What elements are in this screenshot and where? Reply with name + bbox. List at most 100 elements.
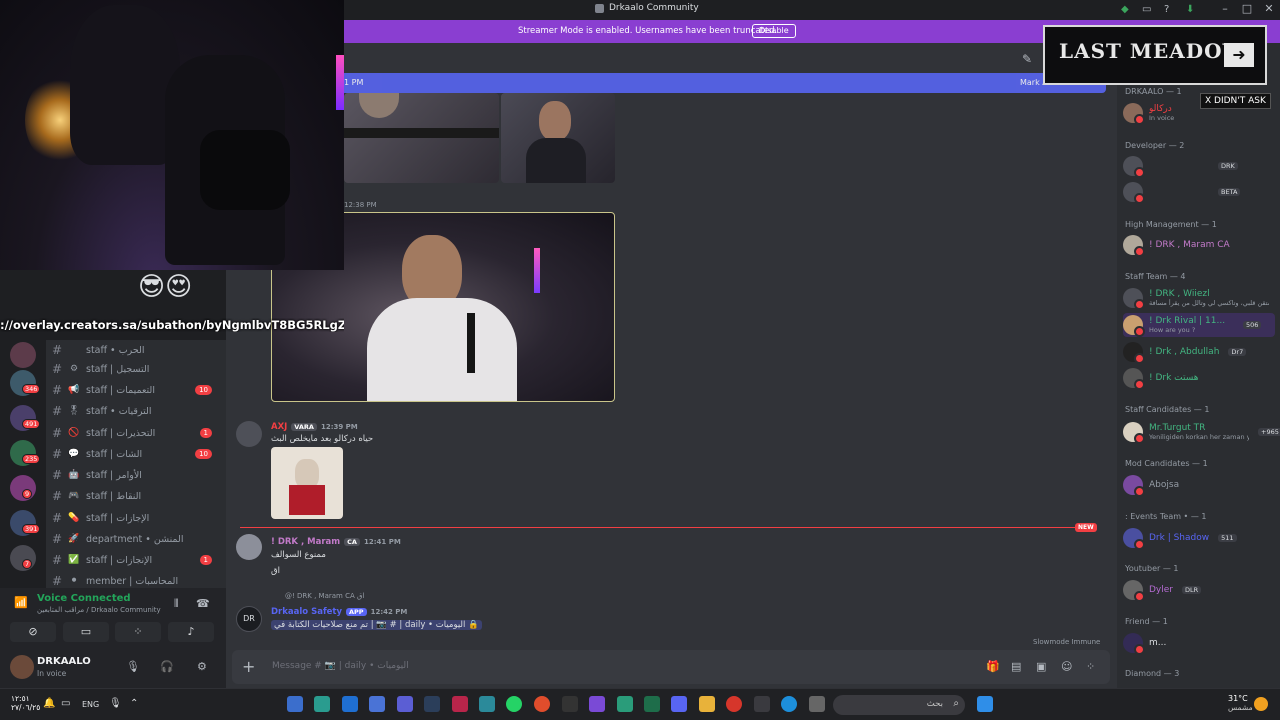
minimize-icon[interactable]: – bbox=[1216, 2, 1234, 15]
server-icon[interactable]: 346 bbox=[10, 370, 41, 396]
x-didnt-ask-button[interactable]: X DIDN'T ASK bbox=[1200, 93, 1271, 109]
taskbar-app-icon[interactable] bbox=[506, 696, 522, 712]
start-button[interactable] bbox=[977, 696, 993, 712]
member-item[interactable]: ! DRK , Wiiezl ومتقن قلبي، وتاكسي لي وتال… bbox=[1123, 286, 1275, 310]
taskbar-app-icon[interactable] bbox=[452, 696, 468, 712]
attachment-image[interactable] bbox=[271, 447, 343, 519]
taskbar-app-icon[interactable] bbox=[726, 696, 742, 712]
taskbar-app-icon[interactable] bbox=[644, 696, 660, 712]
member-item[interactable]: m... bbox=[1123, 631, 1275, 655]
discord-taskbar-icon[interactable] bbox=[671, 696, 687, 712]
message-input[interactable]: Message # 📷 | daily • اليوميات bbox=[272, 661, 409, 671]
edge-icon[interactable] bbox=[781, 696, 797, 712]
attachment-image[interactable] bbox=[501, 93, 615, 183]
settings-gear-icon[interactable]: ⚙ bbox=[197, 660, 207, 673]
avatar[interactable] bbox=[236, 534, 262, 560]
taskbar-app-icon[interactable] bbox=[809, 696, 825, 712]
disconnect-icon[interactable]: ☎ bbox=[196, 597, 210, 610]
attachment-image[interactable] bbox=[344, 93, 499, 183]
clock[interactable]: ١٢:٥١ ٢٧/٠٦/٢٥ bbox=[11, 694, 40, 712]
microphone-icon[interactable]: 🎙 bbox=[126, 660, 140, 673]
taskbar-app-icon[interactable] bbox=[314, 696, 330, 712]
message-author[interactable]: ! DRK , Maram CA 12:41 PM bbox=[271, 537, 401, 547]
taskbar-search[interactable]: بحث ⌕ bbox=[833, 695, 965, 715]
chevron-up-icon[interactable]: ⌃ bbox=[130, 698, 138, 709]
server-icon[interactable]: 235 bbox=[10, 440, 41, 466]
new-messages-bar[interactable]: 1 PM Mark As Read bbox=[344, 73, 1106, 93]
member-item[interactable]: Dyler DLR bbox=[1123, 578, 1275, 602]
member-item[interactable]: Mr.Turgut TR Yeniligiden korkan her zaman… bbox=[1123, 420, 1280, 444]
sticker-icon[interactable]: ▣ bbox=[1036, 660, 1046, 673]
last-meadow-overlay[interactable]: LAST MEADOW ➜ bbox=[1043, 25, 1267, 85]
message-author[interactable]: AXJ VARA 12:39 PM bbox=[271, 422, 358, 432]
taskbar-app-icon[interactable] bbox=[562, 696, 578, 712]
arrow-right-icon[interactable]: ➜ bbox=[1224, 43, 1254, 67]
nitro-icon[interactable]: ◆ bbox=[1121, 4, 1129, 15]
username[interactable]: DRKAALO bbox=[37, 656, 91, 667]
taskbar-app-icon[interactable] bbox=[754, 696, 770, 712]
bot-avatar[interactable]: DR bbox=[236, 606, 262, 632]
soundboard-button[interactable]: ♪ bbox=[168, 622, 214, 642]
avatar[interactable] bbox=[236, 421, 262, 447]
voice-status[interactable]: Voice Connected bbox=[37, 593, 131, 604]
taskbar-app-icon[interactable] bbox=[617, 696, 633, 712]
server-icon[interactable]: 391 bbox=[10, 510, 41, 536]
taskbar-app-icon[interactable] bbox=[397, 696, 413, 712]
server-icon[interactable]: 491 bbox=[10, 405, 41, 431]
member-item[interactable]: BETA bbox=[1123, 180, 1275, 204]
server-icon[interactable]: 7 bbox=[10, 545, 36, 571]
channel-item[interactable]: # 🎮 staff | النقاط bbox=[52, 486, 220, 506]
camera-off-button[interactable]: ⊘ bbox=[10, 622, 56, 642]
screen-share-button[interactable]: ▭ bbox=[63, 622, 109, 642]
search-input[interactable]: بحث bbox=[927, 699, 943, 709]
member-item[interactable]: ! DRK , Maram CA bbox=[1123, 233, 1275, 257]
battery-icon[interactable]: ▭ bbox=[61, 698, 70, 709]
close-icon[interactable]: ✕ bbox=[1260, 2, 1278, 15]
taskbar-app-icon[interactable] bbox=[534, 696, 550, 712]
server-icon[interactable]: 9 bbox=[10, 475, 36, 501]
taskbar-app-icon[interactable] bbox=[369, 696, 385, 712]
pin-icon[interactable]: ✎ bbox=[1022, 52, 1032, 66]
member-item[interactable]: Drk | Shadow 511 bbox=[1123, 526, 1275, 550]
weather-widget[interactable]: 31°C مشمس bbox=[1228, 694, 1253, 712]
member-item[interactable]: ! Drk هستت bbox=[1123, 366, 1275, 390]
taskbar-app-icon[interactable] bbox=[589, 696, 605, 712]
file-explorer-icon[interactable] bbox=[699, 696, 715, 712]
headphones-icon[interactable]: 🎧 bbox=[160, 660, 174, 673]
server-icon[interactable] bbox=[10, 342, 36, 368]
taskbar-app-icon[interactable] bbox=[479, 696, 495, 712]
notification-icon[interactable]: 🔔 bbox=[43, 698, 55, 709]
taskbar-app-icon[interactable] bbox=[287, 696, 303, 712]
channel-item[interactable]: # 🚫 staff | التحذيرات 1 bbox=[52, 423, 220, 443]
activities-button[interactable]: ⁘ bbox=[115, 622, 161, 642]
member-item[interactable]: ! Drk Rival | 11... How are you ? 506 bbox=[1123, 313, 1275, 337]
noise-suppression-icon[interactable]: ⫴ bbox=[174, 597, 179, 611]
voice-channel[interactable]: مراقب المتابعين / Drkaalo Community bbox=[37, 606, 161, 614]
channel-item[interactable]: # ⚙ staff | التسجيل bbox=[52, 359, 220, 379]
disable-button[interactable]: Disable bbox=[752, 24, 796, 38]
member-item[interactable]: Abojsa bbox=[1123, 473, 1275, 497]
taskbar-app-icon[interactable] bbox=[342, 696, 358, 712]
channel-item[interactable]: # 🤖 staff | الأوامر bbox=[52, 465, 220, 485]
download-icon[interactable]: ⬇ bbox=[1186, 4, 1194, 15]
gift-icon[interactable]: 🎁 bbox=[986, 660, 1000, 673]
member-item[interactable]: DRK bbox=[1123, 154, 1275, 178]
reply-reference[interactable]: @! DRK , Maram CA اق bbox=[285, 592, 364, 600]
channel-item[interactable]: # 🚀 department • المنشن bbox=[52, 529, 220, 549]
channel-item[interactable]: # 💊 staff | الإجازات bbox=[52, 508, 220, 528]
help-icon[interactable]: ? bbox=[1164, 4, 1169, 15]
message-composer[interactable]: + Message # 📷 | daily • اليوميات 🎁 ▤ ▣ ☺… bbox=[232, 650, 1110, 684]
channel-item[interactable]: # 📢 staff | التعميمات 10 bbox=[52, 380, 220, 400]
channel-item[interactable]: # 💬 staff | الشات 10 bbox=[52, 444, 220, 464]
gif-icon[interactable]: ▤ bbox=[1011, 660, 1021, 673]
emoji-icon[interactable]: ☺ bbox=[1061, 660, 1072, 673]
apps-icon[interactable]: ⁘ bbox=[1086, 660, 1095, 673]
message-author[interactable]: Drkaalo Safety APP 12:42 PM bbox=[271, 607, 407, 617]
avatar[interactable] bbox=[10, 655, 34, 679]
channel-item[interactable]: # 🎖 staff • الترقيات bbox=[52, 401, 220, 421]
channel-item[interactable]: # staff • الحرب bbox=[52, 340, 220, 360]
signal-icon[interactable]: 📶 bbox=[14, 596, 28, 609]
inbox-icon[interactable]: ▭ bbox=[1142, 4, 1151, 15]
member-item[interactable]: ! Drk , Abdullah Dr7 bbox=[1123, 340, 1275, 364]
add-attachment-icon[interactable]: + bbox=[242, 657, 255, 676]
